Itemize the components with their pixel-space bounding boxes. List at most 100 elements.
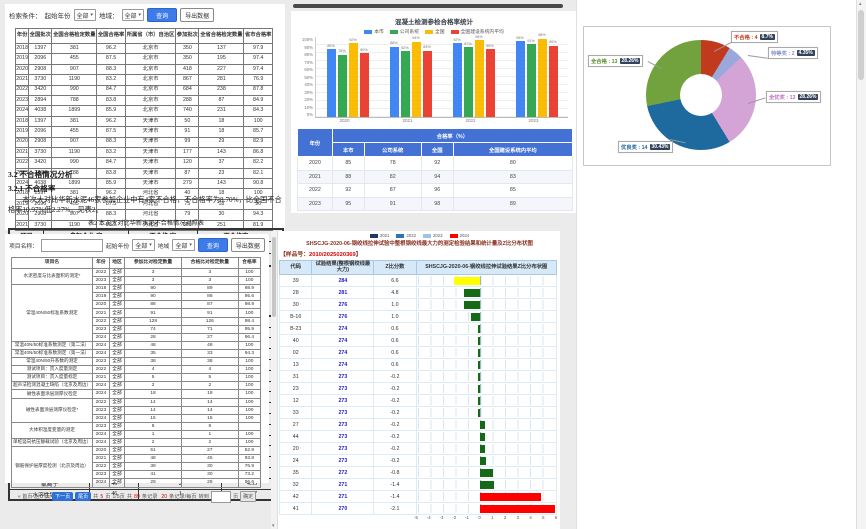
legend-item[interactable]: 2022 (396, 233, 416, 238)
bar[interactable]: 80% (360, 53, 369, 117)
bar[interactable]: 85% (486, 49, 495, 117)
bar[interactable]: 92% (453, 43, 462, 117)
region-select[interactable]: 全部 ▾ (172, 239, 195, 251)
project-name-cell: 常温40N/50标准系数测定（第二法） (12, 341, 93, 349)
bar[interactable]: 92% (349, 43, 358, 117)
cell: 3730 (29, 147, 52, 157)
bar[interactable]: 89% (549, 46, 558, 117)
cell: 455 (52, 54, 97, 64)
bar[interactable]: 98% (538, 39, 547, 117)
scrollbar-thumb[interactable] (858, 10, 864, 80)
horizontal-scrollbar-thumb[interactable] (293, 4, 563, 8)
result-link[interactable]: 274 (338, 362, 347, 368)
result-link[interactable]: 281 (338, 290, 347, 296)
year-select[interactable]: 全部 ▾ (74, 9, 97, 21)
cell: 684 (176, 85, 199, 95)
bar[interactable]: 87% (464, 47, 473, 117)
bar[interactable]: 91% (527, 44, 536, 117)
bar[interactable]: 83% (423, 51, 432, 117)
bar[interactable]: 78% (338, 55, 347, 117)
page-last-button[interactable]: 尾页 (75, 492, 91, 501)
bar[interactable]: 95% (516, 41, 525, 117)
scrollbar-thumb[interactable] (272, 237, 276, 317)
cell: 88 (125, 301, 182, 309)
axis-tick-label: 2 (504, 515, 506, 520)
result-link[interactable]: 274 (338, 326, 347, 332)
page-next-button[interactable]: 下一页 (52, 492, 73, 501)
result-link[interactable]: 273 (338, 398, 347, 404)
z-bar (478, 325, 480, 333)
cell: 2022 (93, 398, 110, 406)
donut-chart (646, 40, 756, 150)
vertical-scrollbar[interactable]: ▼ (271, 231, 278, 529)
legend-item[interactable]: 2024 (450, 233, 470, 238)
result-cell: 274 (312, 323, 374, 335)
legend-item[interactable]: 公司系统 (390, 28, 419, 35)
cell: 48 (125, 341, 182, 349)
result-link[interactable]: 273 (338, 434, 347, 440)
z-bar-track (418, 384, 555, 393)
result-link[interactable]: 273 (338, 458, 347, 464)
legend-item[interactable]: 本市 (364, 28, 384, 35)
cell: 3 (181, 269, 238, 277)
export-button[interactable]: 导出数据 (180, 8, 214, 22)
pie-label: 优良奖 : 1430.43% (618, 141, 673, 153)
cell: 27 (181, 447, 238, 455)
z-score-cell: -0.2 (374, 455, 416, 467)
confirm-button[interactable]: 确定 (240, 491, 256, 502)
z-score-cell: -0.2 (374, 431, 416, 443)
result-link[interactable]: 274 (338, 350, 347, 356)
result-link[interactable]: 284 (338, 278, 347, 284)
bar[interactable]: 96% (475, 40, 484, 117)
cell: 48 (181, 341, 238, 349)
cell: 83.2 (97, 75, 126, 85)
pie-label-text: 优良奖 : 14 (621, 143, 648, 151)
bar[interactable]: 82% (401, 51, 410, 117)
cell: 82 (364, 170, 421, 184)
export-button[interactable]: 导出数据 (231, 238, 265, 252)
result-link[interactable]: 274 (338, 338, 347, 344)
table-row: 33273-0.2 (280, 407, 557, 419)
result-link[interactable]: 271 (338, 494, 347, 500)
goto-page-input[interactable] (211, 491, 231, 503)
bar[interactable]: 94% (412, 42, 421, 117)
bar[interactable]: 85% (327, 49, 336, 117)
legend-item[interactable]: 2021 (370, 233, 390, 238)
result-link[interactable]: 276 (338, 302, 347, 308)
result-link[interactable]: 276 (338, 314, 347, 320)
year-select[interactable]: 全部 ▾ (132, 239, 155, 251)
z-score-cell: 6.6 (374, 275, 416, 287)
legend-item[interactable]: 2023 (423, 233, 443, 238)
cell: 8 (181, 422, 238, 430)
page-scrollbar[interactable]: ▲ (856, 0, 866, 529)
bar-value-label: 95% (516, 36, 524, 40)
table-row: 202188829483 (298, 170, 573, 184)
result-link[interactable]: 273 (338, 386, 347, 392)
region-select[interactable]: 全部 ▾ (122, 9, 145, 21)
page-prev-link[interactable]: 上一页 (35, 493, 51, 500)
x-tick-label: 2021 (402, 118, 412, 123)
project-name-input[interactable] (41, 239, 103, 252)
result-link[interactable]: 270 (338, 506, 347, 512)
result-link[interactable]: 272 (338, 470, 347, 476)
cell: 全部 (109, 317, 124, 325)
z-score-content: 2021202220232024 SHSCJG-2020-06-钢绞线拉伸试验中… (279, 231, 560, 524)
search-button[interactable]: 查询 (198, 238, 228, 252)
z-bar-track (418, 348, 555, 357)
bar[interactable]: 88% (390, 47, 399, 117)
legend-item[interactable]: 全国 (425, 28, 445, 35)
result-link[interactable]: 273 (338, 422, 347, 428)
cell: 1190 (52, 75, 97, 85)
search-button[interactable]: 查询 (147, 8, 177, 22)
x-tick-label: 2023 (528, 118, 538, 123)
project-name-cell: 常温40N/50标准系数测定（第一法） (12, 349, 93, 357)
result-link[interactable]: 271 (338, 482, 347, 488)
result-link[interactable]: 273 (338, 410, 347, 416)
page-first-link[interactable]: « 首页 (18, 493, 33, 500)
scrollbar-up-icon[interactable]: ▲ (858, 1, 862, 6)
result-link[interactable]: 273 (338, 374, 347, 380)
scrollbar-down-icon[interactable]: ▼ (271, 523, 275, 528)
legend-swatch-icon (423, 234, 431, 238)
result-link[interactable]: 273 (338, 446, 347, 452)
axis-tick-label: -2 (452, 515, 456, 520)
